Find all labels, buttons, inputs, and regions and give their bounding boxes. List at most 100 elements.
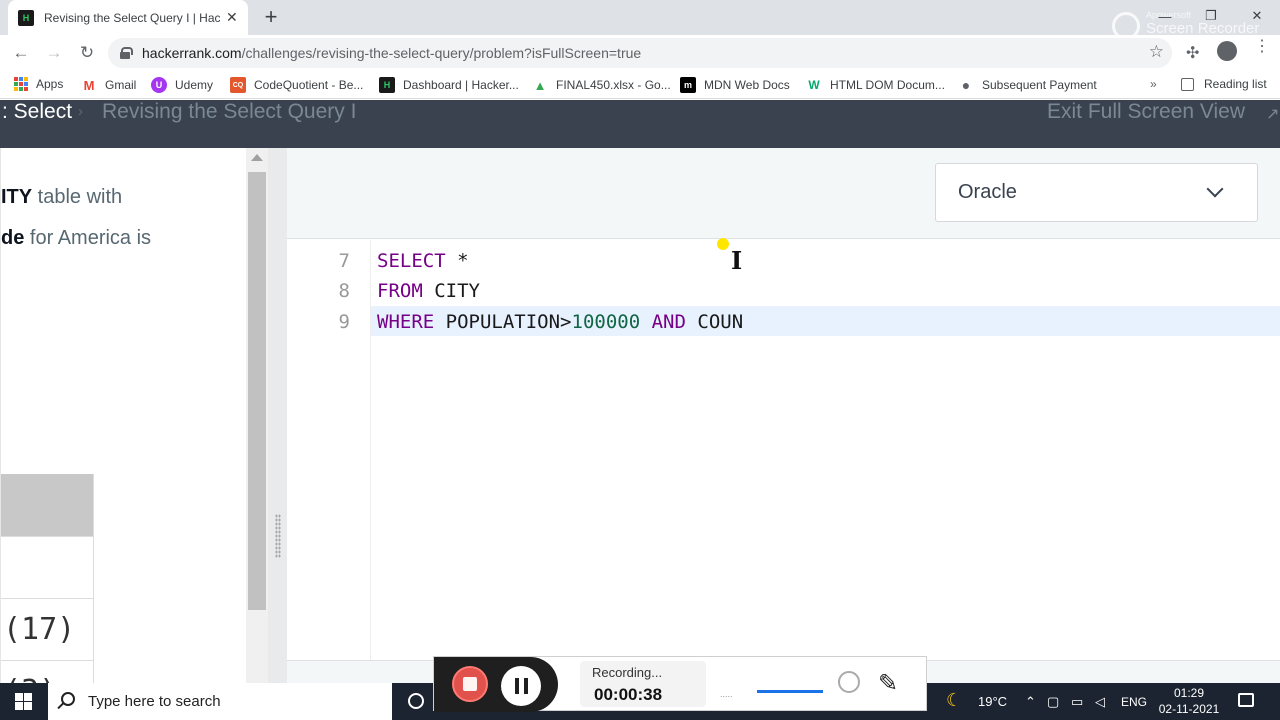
input-language[interactable]: ENG: [1121, 683, 1147, 720]
volume-icon[interactable]: ◁: [1095, 683, 1105, 720]
codequotient-icon: CQ: [230, 77, 246, 93]
line-number: 9: [338, 311, 350, 333]
exit-full-screen-link[interactable]: Exit Full Screen View: [1047, 100, 1245, 124]
annotate-pen-icon[interactable]: ✎: [878, 669, 898, 698]
new-tab-button[interactable]: +: [258, 4, 284, 30]
schema-table-row: (17): [1, 598, 94, 660]
bookmark-label: Apps: [36, 77, 64, 91]
language-select[interactable]: Oracle: [935, 163, 1258, 222]
scrollbar-thumb[interactable]: [248, 172, 266, 610]
window-close-icon[interactable]: ✕: [1234, 0, 1280, 32]
address-bar[interactable]: hackerrank.com/challenges/revising-the-s…: [108, 38, 1172, 68]
notification-center-icon[interactable]: [1238, 693, 1254, 707]
udemy-icon: U: [151, 77, 167, 93]
pause-recording-button[interactable]: [501, 666, 541, 706]
reading-list-icon: [1181, 77, 1194, 91]
weather-moon-icon[interactable]: ☾: [946, 690, 962, 711]
schema-table-header: [1, 474, 94, 536]
bookmark-codequotient[interactable]: CQ CodeQuotient - Be...: [230, 77, 363, 93]
url-host: hackerrank.com: [142, 45, 242, 61]
problem-bold-term: ITY: [1, 186, 33, 208]
sql-token: POPULATION: [445, 311, 561, 333]
windows-start-icon[interactable]: [15, 693, 32, 710]
screen-recorder-toolbar: Recording... 00:00:38 ..... ✎: [433, 656, 927, 712]
bookmarks-bar: Apps M Gmail U Udemy CQ CodeQuotient - B…: [0, 71, 1280, 99]
recording-timer: 00:00:38: [594, 685, 663, 704]
reload-icon[interactable]: ↻: [74, 40, 100, 66]
problem-scrollbar[interactable]: [246, 148, 268, 683]
chrome-menu-icon[interactable]: ⋮: [1254, 39, 1270, 55]
stop-recording-button[interactable]: [452, 666, 488, 702]
recording-status: Recording...: [592, 665, 663, 680]
problem-text-line: de for America is: [1, 227, 151, 250]
bookmark-html-dom[interactable]: W HTML DOM Docum...: [806, 77, 945, 93]
weather-temperature[interactable]: 19°C: [978, 683, 1007, 720]
problem-text: table with: [32, 186, 123, 208]
bookmark-udemy[interactable]: U Udemy: [151, 77, 213, 93]
sql-token: *: [457, 250, 469, 272]
exit-full-screen-icon[interactable]: ↗: [1266, 104, 1279, 124]
url-path: /challenges/revising-the-select-query/pr…: [241, 45, 642, 61]
minimize-icon[interactable]: —: [1142, 0, 1188, 32]
bookmark-apps[interactable]: Apps: [14, 77, 63, 91]
system-clock[interactable]: 01:29 02-11-2021: [1152, 685, 1226, 717]
problem-statement-pane: ITY table with de for America is (17) (3…: [0, 148, 246, 683]
recording-status-panel: Recording... 00:00:38: [580, 661, 706, 707]
problem-text-line: ITY table with: [1, 186, 122, 209]
restore-icon[interactable]: ❐: [1188, 0, 1234, 32]
search-icon: [61, 692, 75, 706]
bookmark-final450[interactable]: ▲ FINAL450.xlsx - Go...: [532, 77, 671, 93]
browser-tab-active[interactable]: H Revising the Select Query I | HackerRa…: [8, 0, 248, 35]
reading-list[interactable]: Reading list: [1181, 77, 1267, 91]
battery-icon[interactable]: ▭: [1071, 683, 1083, 720]
hackerrank-favicon-icon: H: [18, 9, 34, 26]
sql-keyword: SELECT: [377, 250, 446, 272]
cortana-icon[interactable]: [408, 693, 424, 709]
clock-date: 02-11-2021: [1158, 702, 1220, 716]
bookmark-mdn[interactable]: m MDN Web Docs: [680, 77, 790, 93]
bookmark-label: CodeQuotient - Be...: [254, 78, 364, 92]
code-editor[interactable]: 7 8 9 SELECT * FROM CITY WHERE POPULATIO…: [287, 240, 1280, 660]
lock-icon[interactable]: [120, 47, 133, 59]
tab-close-icon[interactable]: ✕: [226, 9, 238, 26]
back-arrow-icon[interactable]: ←: [8, 40, 34, 66]
profile-avatar-icon[interactable]: [1217, 41, 1237, 61]
bookmark-label: Dashboard | Hacker...: [403, 78, 519, 92]
bookmarks-overflow-icon[interactable]: »: [1150, 77, 1157, 91]
browser-toolbar: ← → ↻ hackerrank.com/challenges/revising…: [0, 35, 1280, 71]
sql-token: COUN: [697, 311, 744, 333]
meet-now-icon[interactable]: ▢: [1047, 683, 1059, 720]
browser-tab-strip: H Revising the Select Query I | HackerRa…: [0, 0, 1280, 40]
bookmark-hackerrank-dashboard[interactable]: H Dashboard | Hacker...: [379, 77, 519, 93]
code-line[interactable]: WHERE POPULATION>100000 AND COUN: [377, 311, 743, 333]
code-line[interactable]: SELECT *: [377, 250, 469, 272]
breadcrumb-current: Revising the Select Query I: [102, 100, 357, 123]
schema-table-row: [1, 536, 94, 598]
bookmark-label: MDN Web Docs: [704, 78, 790, 92]
problem-text: for America is: [24, 227, 152, 249]
drag-grip-icon[interactable]: [275, 514, 281, 558]
webcam-icon[interactable]: [838, 671, 860, 693]
taskbar-search-box[interactable]: Type here to search: [48, 683, 392, 720]
globe-icon: ●: [961, 77, 971, 93]
bookmark-subsequent-payment[interactable]: ● Subsequent Payment: [958, 77, 1097, 93]
line-number-gutter: 7 8 9: [287, 240, 371, 660]
audio-level-icon: .....: [720, 689, 733, 699]
breadcrumb-parent[interactable]: : Select: [2, 100, 72, 124]
bookmark-star-icon[interactable]: ☆: [1149, 42, 1164, 62]
audio-volume-slider[interactable]: [757, 690, 823, 693]
code-line[interactable]: FROM CITY: [377, 280, 480, 302]
sql-token: CITY: [434, 280, 480, 302]
scroll-up-arrow-icon[interactable]: [251, 154, 263, 161]
window-controls: — ❐ ✕: [1142, 0, 1280, 32]
forward-arrow-icon[interactable]: →: [41, 40, 67, 66]
bookmark-gmail[interactable]: M Gmail: [81, 77, 137, 93]
tray-overflow-icon[interactable]: ⌃: [1025, 683, 1036, 720]
pane-resize-handle[interactable]: [268, 148, 287, 683]
extensions-puzzle-icon[interactable]: ✣: [1186, 43, 1199, 63]
url-text[interactable]: hackerrank.com/challenges/revising-the-s…: [142, 45, 641, 61]
